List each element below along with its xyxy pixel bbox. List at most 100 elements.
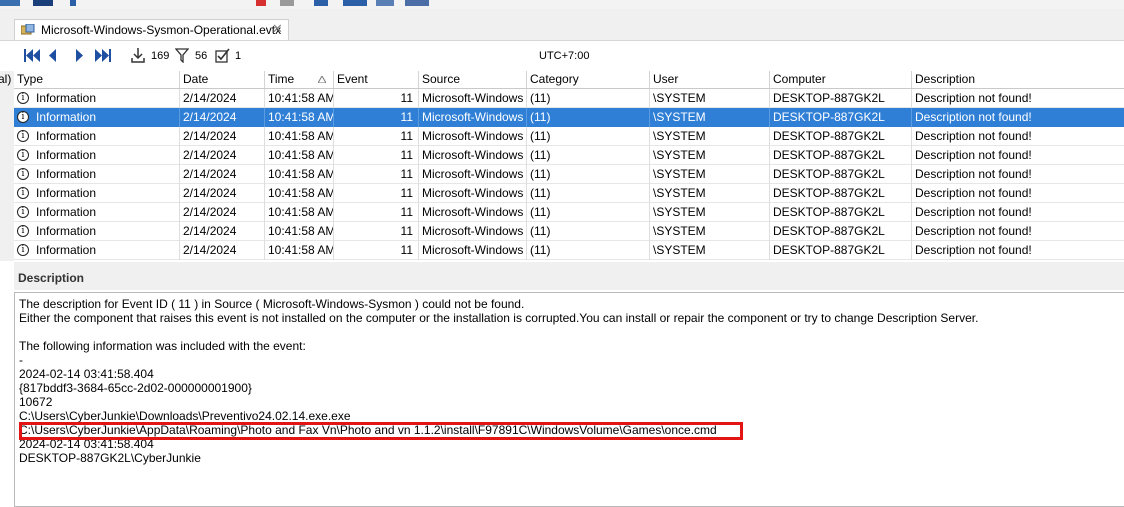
cell-time: 10:41:58 AM bbox=[265, 184, 334, 203]
cell-date: 2/14/2024 bbox=[180, 165, 265, 184]
table-row[interactable]: i Information 2/14/2024 10:41:58 AM 11 Micros… bbox=[14, 222, 1124, 241]
event-grid[interactable]: Type Date Time Event Source Category Use… bbox=[14, 71, 1124, 260]
cell-date: 2/14/2024 bbox=[180, 127, 265, 146]
cell-description: Description not found! bbox=[915, 224, 1032, 238]
column-header-computer[interactable]: Computer bbox=[770, 71, 912, 88]
next-record-icon[interactable] bbox=[75, 49, 84, 62]
cell-category: (11) bbox=[527, 165, 650, 184]
information-icon: i bbox=[17, 244, 29, 256]
cell-computer: DESKTOP-887GK2L bbox=[770, 146, 912, 165]
column-header-event[interactable]: Event bbox=[334, 71, 419, 88]
description-panel-header: Description bbox=[14, 268, 1124, 290]
cell-source: Microsoft-Windows bbox=[419, 127, 527, 146]
navigation-bar: 169 56 1 UTC+7:00 bbox=[14, 41, 1124, 71]
speaker-icon[interactable] bbox=[280, 0, 294, 6]
timezone-label: UTC+7:00 bbox=[539, 50, 590, 62]
cell-source: Microsoft-Windows bbox=[419, 222, 527, 241]
column-header-user[interactable]: User bbox=[650, 71, 770, 88]
cell-type: i Information bbox=[14, 89, 180, 108]
table-row[interactable]: i Information 2/14/2024 10:41:58 AM 11 Micros… bbox=[14, 165, 1124, 184]
cell-time: 10:41:58 AM bbox=[265, 203, 334, 222]
previous-record-icon[interactable] bbox=[48, 49, 57, 62]
download-icon[interactable] bbox=[131, 48, 145, 63]
cell-user: \SYSTEM bbox=[650, 146, 770, 165]
description-line bbox=[19, 325, 978, 339]
cell-time: 10:41:58 AM bbox=[265, 241, 334, 260]
cell-time: 10:41:58 AM bbox=[265, 89, 334, 108]
table-row[interactable]: i Information 2/14/2024 10:41:58 AM 11 Micros… bbox=[14, 127, 1124, 146]
description-panel[interactable]: The description for Event ID ( 11 ) in S… bbox=[14, 292, 1124, 507]
first-record-icon[interactable] bbox=[24, 49, 40, 62]
document-tab-bar: Microsoft-Windows-Sysmon-Operational.evt… bbox=[0, 9, 1124, 41]
cell-time: 10:41:58 AM bbox=[265, 127, 334, 146]
cell-event: 11 bbox=[334, 222, 419, 241]
type-label: Information bbox=[36, 110, 97, 124]
cell-category: (11) bbox=[527, 108, 650, 127]
cell-time: 10:41:58 AM bbox=[265, 146, 334, 165]
columns-icon[interactable] bbox=[343, 0, 367, 6]
cell-type: i Information bbox=[14, 146, 180, 165]
filtered-count: 56 bbox=[195, 50, 208, 62]
disk-icon[interactable] bbox=[405, 0, 429, 6]
description-line: The description for Event ID ( 11 ) in S… bbox=[19, 297, 525, 311]
column-header-category[interactable]: Category bbox=[527, 71, 650, 88]
checkbox-icon[interactable] bbox=[215, 48, 230, 63]
table-row[interactable]: i Information 2/14/2024 10:41:58 AM 11 Micros… bbox=[14, 203, 1124, 222]
column-header-description[interactable]: Description bbox=[912, 71, 1124, 88]
forward-icon[interactable] bbox=[314, 0, 328, 6]
type-label: Information bbox=[36, 129, 97, 143]
table-row[interactable]: i Information 2/14/2024 10:41:58 AM 11 Micros… bbox=[14, 184, 1124, 203]
description-title: Description bbox=[18, 271, 85, 285]
type-label: Information bbox=[36, 205, 97, 219]
cell-source: Microsoft-Windows bbox=[419, 146, 527, 165]
export-icon[interactable] bbox=[376, 0, 394, 6]
cell-category: (11) bbox=[527, 203, 650, 222]
cell-user: \SYSTEM bbox=[650, 222, 770, 241]
type-label: Information bbox=[36, 148, 97, 162]
cell-date: 2/14/2024 bbox=[180, 241, 265, 260]
type-label: Information bbox=[36, 91, 97, 105]
cell-type: i Information bbox=[14, 241, 180, 260]
sort-ascending-icon bbox=[318, 76, 326, 83]
cell-type: i Information bbox=[14, 127, 180, 146]
description-line: DESKTOP-887GK2L\CyberJunkie bbox=[19, 451, 201, 465]
grid-header: Type Date Time Event Source Category Use… bbox=[14, 71, 1124, 89]
column-header-type[interactable]: Type bbox=[14, 71, 180, 88]
save-icon[interactable] bbox=[33, 0, 53, 6]
table-row[interactable]: i Information 2/14/2024 10:41:58 AM 11 Micros… bbox=[14, 89, 1124, 108]
type-label: Information bbox=[36, 186, 97, 200]
close-tab-icon[interactable]: ✕ bbox=[272, 21, 283, 37]
table-row[interactable]: i Information 2/14/2024 10:41:58 AM 11 Micros… bbox=[14, 146, 1124, 165]
table-row[interactable]: i Information 2/14/2024 10:41:58 AM 11 Micros… bbox=[14, 108, 1124, 127]
cell-description: Description not found! bbox=[915, 186, 1032, 200]
cell-source: Microsoft-Windows bbox=[419, 203, 527, 222]
cell-date: 2/14/2024 bbox=[180, 108, 265, 127]
description-line: 10672 bbox=[19, 395, 53, 409]
cell-type: i Information bbox=[14, 203, 180, 222]
column-header-date[interactable]: Date bbox=[180, 71, 265, 88]
tab-sysmon-log[interactable]: Microsoft-Windows-Sysmon-Operational.evt… bbox=[14, 19, 289, 40]
cell-event: 11 bbox=[334, 241, 419, 260]
column-header-time[interactable]: Time bbox=[265, 71, 334, 88]
left-panel-header: al) bbox=[0, 72, 12, 86]
cell-time: 10:41:58 AM bbox=[265, 222, 334, 241]
cell-event: 11 bbox=[334, 165, 419, 184]
description-line: - bbox=[19, 353, 23, 367]
last-record-icon[interactable] bbox=[95, 49, 111, 62]
cell-user: \SYSTEM bbox=[650, 165, 770, 184]
main-toolbar bbox=[0, 0, 1124, 9]
filter-icon[interactable] bbox=[175, 48, 189, 63]
back-icon[interactable] bbox=[70, 0, 76, 6]
information-icon: i bbox=[17, 206, 29, 218]
cell-description: Description not found! bbox=[915, 148, 1032, 162]
cell-user: \SYSTEM bbox=[650, 241, 770, 260]
table-row[interactable]: i Information 2/14/2024 10:41:58 AM 11 Micros… bbox=[14, 241, 1124, 260]
delete-icon[interactable] bbox=[256, 0, 266, 6]
cell-category: (11) bbox=[527, 89, 650, 108]
toolbar-button-icon[interactable] bbox=[0, 0, 20, 6]
column-header-source[interactable]: Source bbox=[419, 71, 527, 88]
cell-time: 10:41:58 AM bbox=[265, 108, 334, 127]
cell-event: 11 bbox=[334, 127, 419, 146]
cell-description: Description not found! bbox=[915, 129, 1032, 143]
cell-category: (11) bbox=[527, 241, 650, 260]
